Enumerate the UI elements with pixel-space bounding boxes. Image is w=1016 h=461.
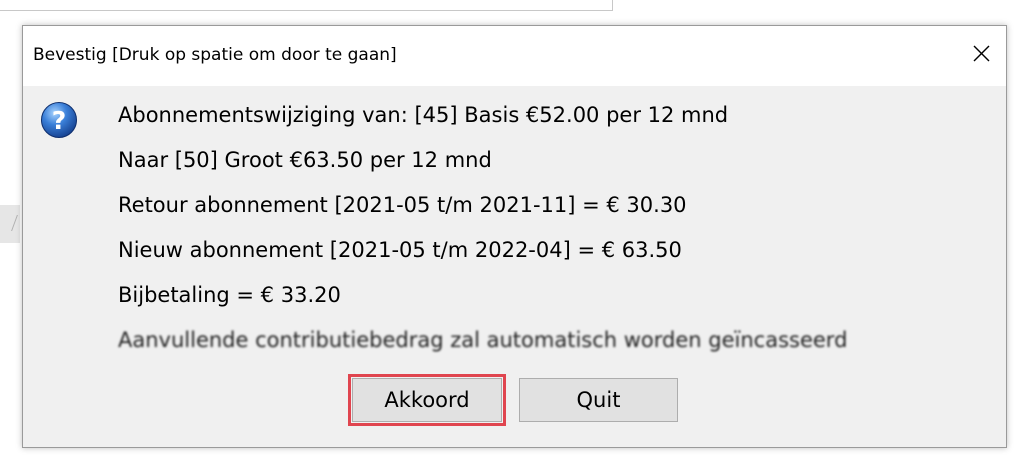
close-button[interactable] <box>956 26 1006 86</box>
background-input-field <box>0 0 613 11</box>
question-icon: ? <box>41 102 77 138</box>
akkoord-button[interactable]: Akkoord <box>352 378 502 422</box>
quit-button[interactable]: Quit <box>519 378 678 422</box>
message-line-additional-payment: Bijbetaling = € 33.20 <box>118 283 341 307</box>
svg-text:?: ? <box>52 106 67 135</box>
confirm-dialog: Bevestig [Druk op spatie om door te gaan… <box>22 25 1007 448</box>
background-handle-mark <box>3 215 18 231</box>
message-line-new-period: Nieuw abonnement [2021-05 t/m 2022-04] =… <box>118 238 682 262</box>
message-line-new-subscription: Naar [50] Groot €63.50 per 12 mnd <box>118 148 492 172</box>
dialog-titlebar: Bevestig [Druk op spatie om door te gaan… <box>23 26 1006 86</box>
dialog-title: Bevestig [Druk op spatie om door te gaan… <box>33 45 397 65</box>
message-line-old-subscription: Abonnementswijziging van: [45] Basis €52… <box>118 103 729 127</box>
message-line-return: Retour abonnement [2021-05 t/m 2021-11] … <box>118 193 687 217</box>
background-scroll-handle <box>0 205 20 243</box>
close-icon <box>973 45 990 62</box>
message-line-direct-debit-note: Aanvullende contributiebedrag zal automa… <box>118 328 848 352</box>
